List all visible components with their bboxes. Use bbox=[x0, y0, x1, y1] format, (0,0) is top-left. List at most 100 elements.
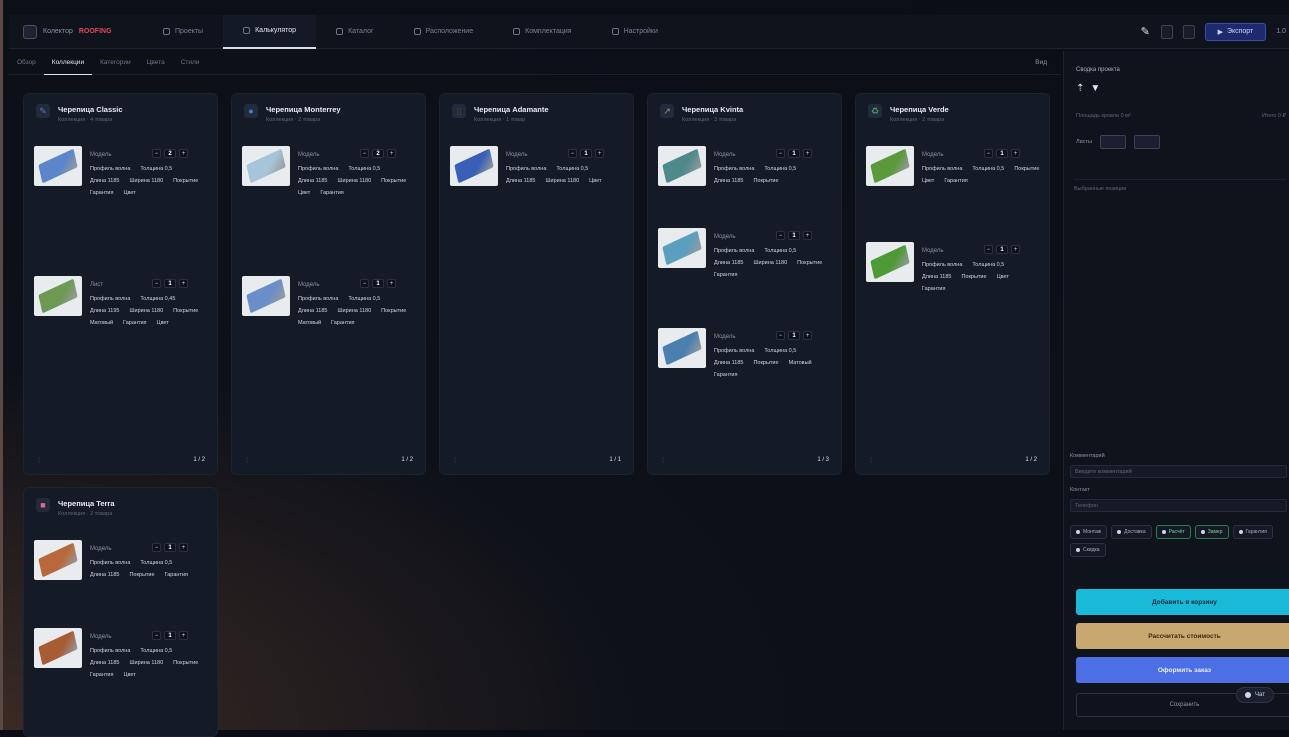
drag-handle-icon[interactable]: ⋮ bbox=[660, 457, 666, 464]
increment-button[interactable]: + bbox=[595, 149, 604, 158]
app-logo[interactable]: Колектор ROOFING bbox=[23, 24, 143, 39]
spec-label: Гарантия bbox=[714, 272, 738, 278]
copy-icon[interactable] bbox=[1182, 24, 1195, 39]
quantity-value[interactable]: 1 bbox=[164, 631, 176, 640]
spec-label: Гарантия bbox=[90, 672, 114, 678]
quantity-value[interactable]: 2 bbox=[164, 149, 176, 158]
increment-button[interactable]: + bbox=[179, 149, 188, 158]
quantity-value[interactable]: 1 bbox=[164, 279, 176, 288]
tab-projects[interactable]: Проекты bbox=[143, 15, 223, 49]
tab-components[interactable]: Комплектация bbox=[493, 15, 591, 49]
increment-button[interactable]: + bbox=[803, 149, 812, 158]
pin-icon[interactable]: ⇡ bbox=[1076, 83, 1084, 94]
collection-card[interactable]: ■ Черепица Terra Коллекция · 2 товара Мо… bbox=[23, 487, 218, 737]
subtab-styles[interactable]: Стили bbox=[173, 51, 208, 75]
decrement-button[interactable]: − bbox=[152, 543, 161, 552]
collection-card[interactable]: ↗ Черепица Kvinta Коллекция · 3 товара М… bbox=[647, 93, 842, 475]
tab-layout[interactable]: Расположение bbox=[394, 15, 494, 49]
quantity-value[interactable]: 1 bbox=[788, 231, 800, 240]
quantity-value[interactable]: 1 bbox=[788, 149, 800, 158]
document-icon[interactable] bbox=[1160, 24, 1173, 39]
drag-handle-icon[interactable]: ⋮ bbox=[36, 457, 42, 464]
drag-handle-icon[interactable]: ⋮ bbox=[244, 457, 250, 464]
decrement-button[interactable]: − bbox=[152, 149, 161, 158]
quantity-stepper: − 1 + bbox=[776, 331, 812, 340]
decrement-button[interactable]: − bbox=[152, 279, 161, 288]
increment-button[interactable]: + bbox=[179, 543, 188, 552]
collection-card[interactable]: ✎ Черепица Classic Коллекция · 4 товара … bbox=[23, 93, 218, 475]
option-chip[interactable]: Доставка bbox=[1111, 525, 1152, 539]
product-thumbnail[interactable] bbox=[34, 628, 82, 668]
add-to-cart-button[interactable]: Добавить в корзину bbox=[1076, 589, 1289, 615]
card-title: Черепица Kvinta bbox=[682, 105, 744, 114]
decrement-button[interactable]: − bbox=[360, 149, 369, 158]
quantity-value[interactable]: 1 bbox=[372, 279, 384, 288]
option-chip[interactable]: Скидка bbox=[1070, 543, 1106, 557]
spec-label: Толщина 0,5 bbox=[140, 166, 173, 172]
product-thumbnail[interactable] bbox=[450, 146, 498, 186]
tab-catalog[interactable]: Каталог bbox=[316, 15, 393, 49]
calculate-button[interactable]: Рассчитать стоимость bbox=[1076, 623, 1289, 649]
subtab-categories[interactable]: Категории bbox=[92, 51, 139, 75]
drag-handle-icon[interactable]: ⋮ bbox=[452, 457, 458, 464]
increment-button[interactable]: + bbox=[179, 279, 188, 288]
quantity-value[interactable]: 1 bbox=[788, 331, 800, 340]
product-thumbnail[interactable] bbox=[242, 276, 290, 316]
export-button[interactable]: ▶ Экспорт bbox=[1204, 22, 1267, 41]
product-thumbnail[interactable] bbox=[866, 146, 914, 186]
product-thumbnail[interactable] bbox=[658, 146, 706, 186]
sheet-selector[interactable] bbox=[1099, 135, 1126, 149]
product-thumbnail[interactable] bbox=[658, 328, 706, 368]
chat-badge[interactable]: Чат bbox=[1236, 687, 1274, 703]
spec-label: Длина 1185 bbox=[298, 308, 328, 314]
decrement-button[interactable]: − bbox=[568, 149, 577, 158]
option-chip[interactable]: Расчёт bbox=[1155, 525, 1191, 539]
decrement-button[interactable]: − bbox=[776, 331, 785, 340]
product-thumbnail[interactable] bbox=[34, 540, 82, 580]
version-label: 1.0 bbox=[1276, 28, 1286, 35]
decrement-button[interactable]: − bbox=[776, 149, 785, 158]
increment-button[interactable]: + bbox=[387, 279, 396, 288]
comment-input[interactable]: Введите комментарий bbox=[1070, 465, 1287, 478]
decrement-button[interactable]: − bbox=[152, 631, 161, 640]
sheet-selector[interactable] bbox=[1133, 135, 1160, 149]
subtab-collections[interactable]: Коллекции bbox=[43, 51, 93, 75]
product-thumbnail[interactable] bbox=[242, 146, 290, 186]
drag-handle-icon[interactable]: ⋮ bbox=[868, 457, 874, 464]
product-thumbnail[interactable] bbox=[658, 228, 706, 268]
decrement-button[interactable]: − bbox=[360, 279, 369, 288]
increment-button[interactable]: + bbox=[1011, 149, 1020, 158]
checkout-button[interactable]: Оформить заказ bbox=[1076, 657, 1289, 683]
option-chip[interactable]: Монтаж bbox=[1070, 525, 1108, 539]
collection-card[interactable]: ▯ Черепица Adamante Коллекция · 1 товар … bbox=[439, 93, 634, 475]
quantity-value[interactable]: 1 bbox=[996, 149, 1008, 158]
option-chip[interactable]: Гарантия bbox=[1232, 525, 1273, 539]
product-thumbnail[interactable] bbox=[866, 242, 914, 282]
increment-button[interactable]: + bbox=[803, 231, 812, 240]
filter-icon[interactable]: ▼ bbox=[1090, 83, 1100, 94]
increment-button[interactable]: + bbox=[1011, 245, 1020, 254]
increment-button[interactable]: + bbox=[179, 631, 188, 640]
decrement-button[interactable]: − bbox=[776, 231, 785, 240]
collection-card[interactable]: ● Черепица Monterrey Коллекция · 2 товар… bbox=[231, 93, 426, 475]
quantity-value[interactable]: 1 bbox=[580, 149, 592, 158]
view-dropdown[interactable]: Вид bbox=[1035, 59, 1047, 66]
decrement-button[interactable]: − bbox=[984, 149, 993, 158]
option-chip[interactable]: Замер bbox=[1194, 525, 1229, 539]
contact-input[interactable]: Телефон bbox=[1070, 499, 1287, 512]
spec-label: Матовый bbox=[788, 360, 812, 366]
quantity-value[interactable]: 1 bbox=[164, 543, 176, 552]
collection-card[interactable]: ♻ Черепица Verde Коллекция · 2 товара Мо… bbox=[855, 93, 1050, 475]
quantity-value[interactable]: 1 bbox=[996, 245, 1008, 254]
increment-button[interactable]: + bbox=[387, 149, 396, 158]
increment-button[interactable]: + bbox=[803, 331, 812, 340]
product-thumbnail[interactable] bbox=[34, 276, 82, 316]
subtab-overview[interactable]: Обзор bbox=[9, 51, 44, 75]
product-thumbnail[interactable] bbox=[34, 146, 82, 186]
tab-calculator[interactable]: Калькулятор bbox=[223, 14, 317, 49]
quantity-value[interactable]: 2 bbox=[372, 149, 384, 158]
subtab-colors[interactable]: Цвета bbox=[139, 51, 173, 75]
edit-icon[interactable]: ✎ bbox=[1141, 25, 1151, 39]
tab-settings[interactable]: Настройки bbox=[592, 15, 678, 49]
decrement-button[interactable]: − bbox=[984, 245, 993, 254]
